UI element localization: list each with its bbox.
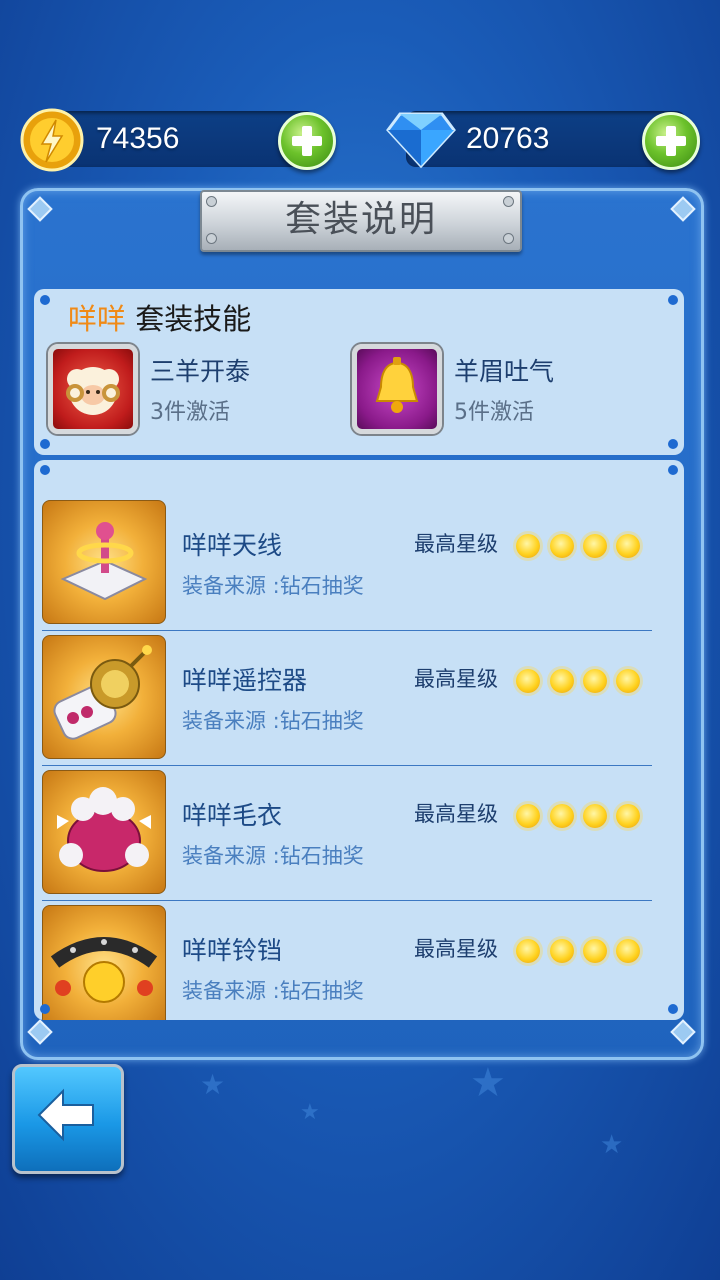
star-icon (550, 669, 574, 693)
corner-dot (40, 295, 50, 305)
equipment-name: 咩咩遥控器 (182, 666, 308, 695)
corner-dot (668, 1004, 678, 1014)
screw-icon (503, 196, 514, 207)
max-star-label: 最高星级 (414, 667, 498, 691)
star-icon (516, 804, 540, 828)
star-icon (583, 939, 607, 963)
background-star-icon: ★ (300, 1100, 320, 1125)
star-icon (583, 804, 607, 828)
gold-amount: 74356 (96, 122, 180, 155)
gold-coin-icon (20, 108, 84, 172)
diamond-amount: 20763 (466, 122, 550, 155)
star-icon (616, 534, 640, 558)
panel-title: 套装说明 (284, 199, 437, 240)
background-star-icon: ★ (470, 1060, 506, 1106)
corner-dot (668, 465, 678, 475)
equipment-row[interactable]: 咩咩遥控器 装备来源 :钻石抽奖 最高星级 (34, 595, 684, 759)
background-star-icon: ★ (200, 1068, 226, 1101)
max-star-label: 最高星级 (414, 937, 498, 961)
screw-icon (503, 233, 514, 244)
equipment-row[interactable]: 咩咩天线 装备来源 :钻石抽奖 最高星级 (34, 460, 684, 624)
panel-title-plate: 套装说明 (200, 190, 522, 252)
star-icon (616, 669, 640, 693)
equipment-list[interactable]: 咩咩天线 装备来源 :钻石抽奖 最高星级 咩咩遥控器 装备来源 :钻石抽奖 最高… (34, 460, 684, 1020)
suit-skill-heading: 咩咩 套装技能 (68, 296, 251, 338)
star-icon (550, 804, 574, 828)
equipment-row[interactable]: 咩咩毛衣 装备来源 :钻石抽奖 最高星级 (34, 730, 684, 894)
plus-icon (292, 126, 322, 156)
max-star-label: 最高星级 (414, 802, 498, 826)
equipment-name: 咩咩铃铛 (182, 936, 283, 965)
background-star-icon: ★ (600, 1130, 624, 1160)
corner-dot (668, 439, 678, 449)
plus-icon (656, 126, 686, 156)
star-icon (583, 534, 607, 558)
star-icon (616, 939, 640, 963)
screw-icon (206, 196, 217, 207)
suit-skill-heading-suffix: 套装技能 (135, 302, 252, 336)
screw-icon (206, 233, 217, 244)
corner-dot (40, 439, 50, 449)
back-button[interactable] (12, 1064, 124, 1174)
skill-name: 三羊开泰 (150, 357, 251, 386)
equipment-row[interactable]: 咩咩铃铛 装备来源 :钻石抽奖 最高星级 (34, 865, 684, 1020)
back-arrow-icon (37, 1088, 94, 1142)
star-icon (516, 669, 540, 693)
equipment-name: 咩咩天线 (182, 531, 283, 560)
sheep-skill-icon[interactable] (48, 344, 138, 434)
star-icon (550, 939, 574, 963)
bell-skill-icon[interactable] (352, 344, 442, 434)
add-gold-button[interactable] (278, 112, 336, 170)
corner-dot (668, 295, 678, 305)
star-icon (583, 669, 607, 693)
suit-name: 咩咩 (68, 302, 127, 336)
max-star-label: 最高星级 (414, 532, 498, 556)
diamond-icon (386, 108, 456, 170)
skill-name: 羊眉吐气 (454, 357, 555, 386)
bell-collar-icon (42, 905, 166, 1020)
skill-condition: 5件激活 (454, 400, 534, 425)
corner-dot (40, 465, 50, 475)
add-diamond-button[interactable] (642, 112, 700, 170)
star-icon (516, 534, 540, 558)
skill-condition: 3件激活 (150, 400, 230, 425)
star-icon (616, 804, 640, 828)
star-icon (550, 534, 574, 558)
corner-dot (40, 1004, 50, 1014)
equipment-source: 装备来源 :钻石抽奖 (182, 979, 364, 1003)
star-icon (516, 939, 540, 963)
equipment-name: 咩咩毛衣 (182, 801, 283, 830)
